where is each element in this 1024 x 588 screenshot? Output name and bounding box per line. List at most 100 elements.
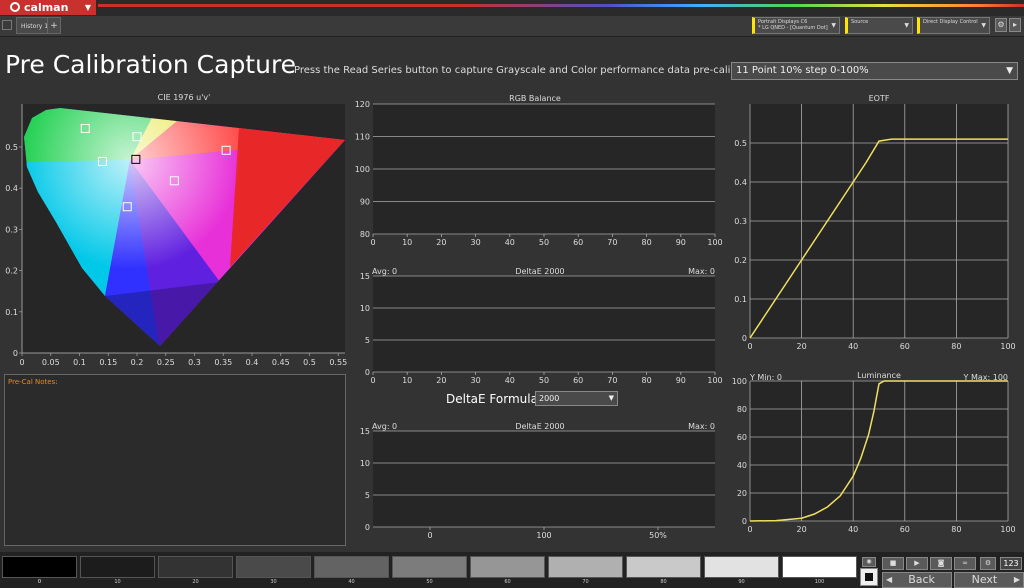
eotf-title: EOTF <box>869 94 890 103</box>
swatch-label: 80 <box>660 579 667 585</box>
y-tick-label: 80 <box>360 230 370 239</box>
deltae-sat-y-ticks: 0 5 10 15 <box>360 427 370 532</box>
swatch-patch[interactable] <box>392 556 467 578</box>
y-tick-label: 90 <box>360 198 370 207</box>
y-tick-label: 110 <box>355 133 370 142</box>
settings-icon[interactable]: ⚙ <box>995 18 1007 32</box>
x-tick-label: 40 <box>505 238 515 247</box>
y-tick-label: 0 <box>365 368 370 377</box>
y-tick-label: 120 <box>355 100 370 109</box>
swatch-label: 60 <box>504 579 511 585</box>
y-tick-label: 100 <box>732 377 747 386</box>
x-tick-label: 0 <box>370 238 375 247</box>
y-tick-label: 10 <box>360 304 370 313</box>
x-tick-label: 40 <box>505 376 515 385</box>
swatch-patch[interactable] <box>158 556 233 578</box>
instruction-text: Press the Read Series button to capture … <box>294 65 770 76</box>
eotf-chart: 0 20 40 60 80 100 0 0.1 0.2 0.3 0.4 0.5 EOTF <box>734 94 1015 351</box>
swatch-patch[interactable] <box>80 556 155 578</box>
play-icon[interactable]: ▶ <box>906 557 928 570</box>
cie-x-tick-label: 0.3 <box>188 358 201 367</box>
swatch-patch[interactable] <box>236 556 311 578</box>
pre-cal-notes-textarea[interactable]: Pre-Cal Notes: <box>4 374 346 546</box>
deltae-sat-max: Max: 0 <box>688 422 715 431</box>
chevron-down-icon: ▼ <box>981 22 986 29</box>
source-label: Source <box>851 19 869 25</box>
swatch-patch[interactable] <box>782 556 857 578</box>
x-tick-label: 20 <box>797 342 807 351</box>
x-tick-label: 100 <box>707 376 722 385</box>
calman-logo-icon <box>10 2 20 12</box>
chevron-down-icon: ▼ <box>84 3 91 12</box>
y-tick-label: 15 <box>360 427 370 436</box>
swatch-patch[interactable] <box>626 556 701 578</box>
y-tick-label: 5 <box>365 336 370 345</box>
swatch-patch[interactable] <box>2 556 77 578</box>
expand-icon[interactable]: ▸ <box>1009 18 1021 32</box>
swatch-patch[interactable] <box>314 556 389 578</box>
deltae-gray-max: Max: 0 <box>688 267 715 276</box>
x-tick-label: 50% <box>649 531 667 540</box>
cie-y-tick-label: 0.4 <box>5 184 18 193</box>
y-tick-label: 5 <box>365 491 370 500</box>
calman-menu-button[interactable]: calman ▼ <box>0 0 96 15</box>
y-tick-label: 60 <box>737 433 747 442</box>
swatch-label: 100 <box>814 579 825 585</box>
cie-y-tick-label: 0.3 <box>5 225 18 234</box>
swatch-label: 70 <box>582 579 589 585</box>
logo-text: calman <box>24 1 69 14</box>
x-tick-label: 40 <box>848 525 858 534</box>
x-tick-label: 0 <box>370 376 375 385</box>
series-dropdown[interactable]: 11 Point 10% step 0-100% ▼ <box>731 62 1018 80</box>
x-tick-label: 90 <box>676 238 686 247</box>
cie-x-tick-label: 0.5 <box>303 358 316 367</box>
rgb-y-ticks: 80 90 100 110 120 <box>355 100 370 239</box>
x-tick-label: 0 <box>747 342 752 351</box>
luminance-plot-area <box>750 381 1008 521</box>
series-value: 11 Point 10% step 0-100% <box>736 65 869 76</box>
tab-menu-icon[interactable] <box>2 20 12 30</box>
cie-x-tick-label: 0.15 <box>99 358 117 367</box>
add-tab-button[interactable]: + <box>47 17 61 34</box>
swatch-label: 40 <box>348 579 355 585</box>
deltae-gray-y-ticks: 0 5 10 15 <box>360 272 370 377</box>
back-button[interactable]: ◀ Back <box>882 572 952 588</box>
y-tick-label: 80 <box>737 405 747 414</box>
cie-y-tick-label: 0.1 <box>5 308 18 317</box>
source-selector[interactable]: Source ▼ <box>845 17 913 34</box>
eye-icon[interactable]: ◉ <box>862 557 876 567</box>
chevron-down-icon: ▼ <box>831 22 836 29</box>
x-tick-label: 90 <box>676 376 686 385</box>
stop-button[interactable] <box>860 568 878 586</box>
deltae-sat-x-ticks: 0 100 50% <box>427 531 667 540</box>
luminance-y-ticks: 0 20 40 60 80 100 <box>732 377 747 526</box>
display-control-selector[interactable]: Direct Display Control ▼ <box>917 17 990 34</box>
x-tick-label: 50 <box>539 238 549 247</box>
luminance-x-ticks: 0 20 40 60 80 100 <box>747 525 1015 534</box>
cie-x-ticks: 0 0.05 0.1 0.15 0.2 0.25 0.3 0.35 0.4 0.45 0.5 0.55 <box>19 353 347 367</box>
luminance-y-min: Y Min: 0 <box>749 373 782 382</box>
camera-icon[interactable]: ◙ <box>930 557 952 570</box>
swatch-label: 10 <box>114 579 121 585</box>
device-selector[interactable]: Portrait Displays C6 * LG QNED - [Quantu… <box>752 17 840 34</box>
cie-y-tick-label: 0.2 <box>5 267 18 276</box>
y-tick-label: 10 <box>360 459 370 468</box>
swatch-label: 90 <box>738 579 745 585</box>
chevron-down-icon: ▼ <box>608 394 614 402</box>
page-title: Pre Calibration Capture <box>5 50 297 79</box>
deltae-gray-avg: Avg: 0 <box>372 267 397 276</box>
next-button[interactable]: Next ▶ <box>954 572 1024 588</box>
swatch-patch[interactable] <box>548 556 623 578</box>
x-tick-label: 30 <box>471 376 481 385</box>
gear-icon[interactable]: ⚙ <box>980 557 996 570</box>
stop-read-icon[interactable]: ■ <box>882 557 904 570</box>
rainbow-strip <box>98 4 1024 7</box>
swatch-label: 20 <box>192 579 199 585</box>
loop-icon[interactable]: ∞ <box>954 557 976 570</box>
swatch-patch[interactable] <box>704 556 779 578</box>
y-tick-label: 0.1 <box>734 295 747 304</box>
deltae-formula-dropdown[interactable]: 2000 ▼ <box>535 391 618 406</box>
x-tick-label: 20 <box>797 525 807 534</box>
luminance-y-max: Y Max: 100 <box>963 373 1008 382</box>
swatch-patch[interactable] <box>470 556 545 578</box>
